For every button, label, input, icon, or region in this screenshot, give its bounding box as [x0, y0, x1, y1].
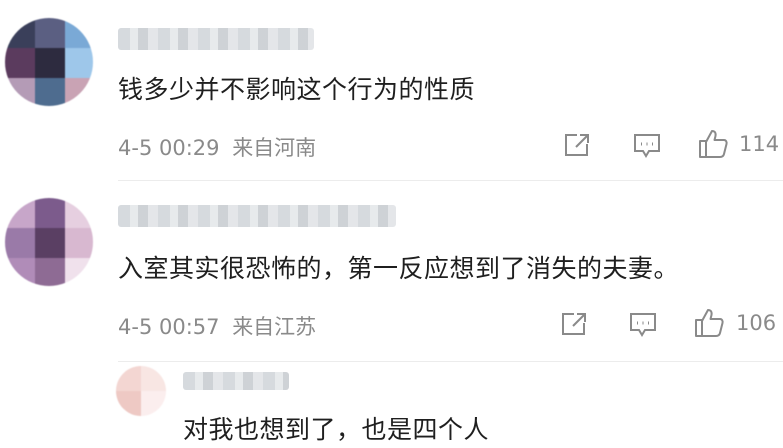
- avatar-pixel: [35, 78, 65, 106]
- comment-icon: [634, 134, 660, 158]
- reply-button[interactable]: [632, 132, 662, 160]
- comment-meta: 4-5 00:29 来自河南: [118, 132, 316, 162]
- avatar-pixel: [141, 366, 166, 391]
- share-icon: [562, 313, 586, 335]
- avatar-pixel: [35, 18, 65, 48]
- avatar-pixel: [35, 198, 65, 228]
- avatar-pixel: [5, 198, 35, 228]
- avatar[interactable]: [5, 18, 93, 106]
- username-blurred[interactable]: [118, 205, 396, 227]
- avatar-pixel: [35, 48, 65, 78]
- avatar-pixel: [5, 48, 35, 78]
- share-icon: [565, 134, 589, 156]
- avatar-pixel: [5, 228, 35, 258]
- avatar-pixel: [35, 258, 65, 286]
- comment-text: 钱多少并不影响这个行为的性质: [118, 75, 476, 104]
- reply-text: 对我也想到了，也是四个人: [183, 415, 490, 444]
- avatar-pixel: [35, 228, 65, 258]
- comment-item: 入室其实很恐怖的，第一反应想到了消失的夫妻。 4-5 00:57 来自江苏 10…: [0, 181, 783, 361]
- comment-text: 入室其实很恐怖的，第一反应想到了消失的夫妻。: [118, 254, 680, 283]
- avatar-pixel: [5, 258, 35, 286]
- username-blurred[interactable]: [118, 28, 314, 50]
- like-icon: [699, 130, 728, 158]
- like-count: 106: [736, 311, 777, 335]
- comment-date: 4-5 00:57: [118, 315, 220, 339]
- avatar-pixel: [5, 78, 35, 106]
- avatar-pixel: [65, 198, 93, 228]
- avatar-pixel: [65, 18, 93, 48]
- username-blurred[interactable]: [183, 372, 289, 390]
- avatar-pixel: [5, 18, 35, 48]
- avatar-pixel: [65, 258, 93, 286]
- comment-meta: 4-5 00:57 来自江苏: [118, 311, 316, 341]
- comment-date: 4-5 00:29: [118, 136, 220, 160]
- avatar-pixel: [65, 48, 93, 78]
- comment-icon: [630, 313, 656, 337]
- like-button[interactable]: [693, 307, 725, 339]
- avatar-pixel: [141, 391, 166, 416]
- avatar-pixel: [116, 366, 141, 391]
- share-button[interactable]: [563, 132, 591, 158]
- like-icon: [695, 309, 724, 337]
- comment-item: 钱多少并不影响这个行为的性质 4-5 00:29 来自河南 114: [0, 0, 783, 180]
- avatar-pixel: [116, 391, 141, 416]
- like-count: 114: [739, 132, 780, 156]
- comment-location: 来自江苏: [232, 315, 317, 339]
- like-button[interactable]: [697, 128, 729, 160]
- avatar-pixel: [65, 78, 93, 106]
- comment-location: 来自河南: [232, 136, 317, 160]
- avatar-pixel: [65, 228, 93, 258]
- avatar[interactable]: [116, 366, 166, 416]
- reply-item: 对我也想到了，也是四个人: [0, 362, 783, 448]
- avatar[interactable]: [5, 198, 93, 286]
- share-button[interactable]: [560, 311, 588, 337]
- reply-button[interactable]: [628, 311, 658, 339]
